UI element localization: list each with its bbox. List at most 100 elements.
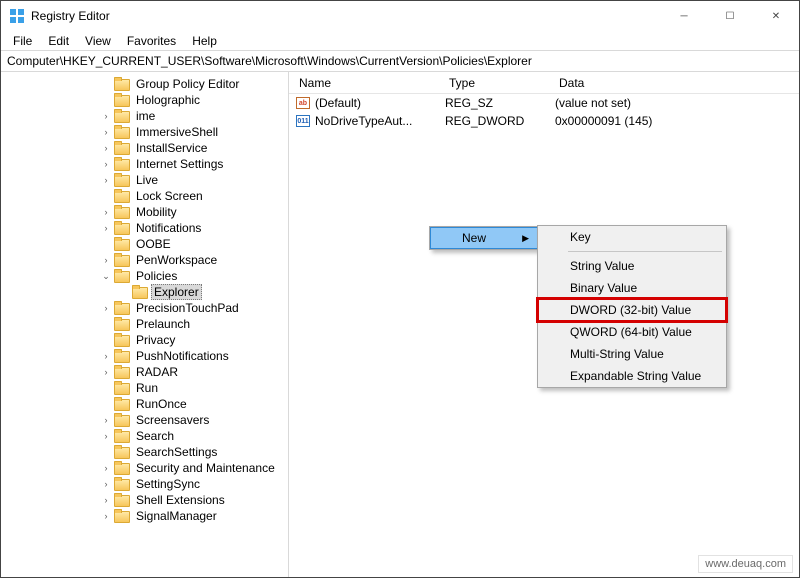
menu-help[interactable]: Help	[184, 32, 225, 50]
tree-item[interactable]: ›Mobility	[1, 204, 288, 220]
tree-item[interactable]: SearchSettings	[1, 444, 288, 460]
caret-closed-icon[interactable]: ›	[99, 173, 113, 187]
column-data[interactable]: Data	[555, 76, 799, 90]
menu-file[interactable]: File	[5, 32, 40, 50]
caret-none	[99, 189, 113, 203]
caret-closed-icon[interactable]: ›	[99, 429, 113, 443]
column-name[interactable]: Name	[295, 76, 445, 90]
list-row[interactable]: 011NoDriveTypeAut...REG_DWORD0x00000091 …	[289, 112, 799, 130]
vertical-splitter[interactable]	[284, 72, 288, 577]
submenu-item[interactable]: QWORD (64-bit) Value	[538, 321, 726, 343]
address-bar[interactable]: Computer\HKEY_CURRENT_USER\Software\Micr…	[1, 50, 799, 72]
tree-item[interactable]: ›RADAR	[1, 364, 288, 380]
caret-closed-icon[interactable]: ›	[99, 493, 113, 507]
tree-item[interactable]: › SettingSync	[1, 476, 288, 492]
caret-closed-icon[interactable]: ›	[99, 301, 113, 315]
value-list-pane[interactable]: Name Type Data ab(Default)REG_SZ(value n…	[289, 72, 799, 577]
list-row[interactable]: ab(Default)REG_SZ(value not set)	[289, 94, 799, 112]
tree-item[interactable]: ›ImmersiveShell	[1, 124, 288, 140]
caret-closed-icon[interactable]: ›	[99, 349, 113, 363]
tree-item[interactable]: ›PenWorkspace	[1, 252, 288, 268]
tree-item-label: Screensavers	[133, 413, 212, 427]
menu-view[interactable]: View	[77, 32, 119, 50]
tree-item[interactable]: ›Internet Settings	[1, 156, 288, 172]
tree-item-label: SignalManager	[133, 509, 220, 523]
tree-item[interactable]: RunOnce	[1, 396, 288, 412]
caret-closed-icon[interactable]: ›	[99, 365, 113, 379]
column-type[interactable]: Type	[445, 76, 555, 90]
folder-icon	[114, 509, 130, 523]
tree-item[interactable]: Run	[1, 380, 288, 396]
caret-none	[117, 285, 131, 299]
reg-sz-icon: ab	[295, 96, 311, 110]
submenu-item[interactable]: DWORD (32-bit) Value	[538, 299, 726, 321]
menu-favorites[interactable]: Favorites	[119, 32, 184, 50]
caret-closed-icon[interactable]: ›	[99, 461, 113, 475]
caret-none	[99, 317, 113, 331]
tree-item[interactable]: ›Search	[1, 428, 288, 444]
submenu-item[interactable]: Expandable String Value	[538, 365, 726, 387]
tree-item[interactable]: Prelaunch	[1, 316, 288, 332]
tree-item[interactable]: › SignalManager	[1, 508, 288, 524]
tree-item[interactable]: ›Shell Extensions	[1, 492, 288, 508]
caret-closed-icon[interactable]: ›	[99, 109, 113, 123]
submenu-item[interactable]: Multi-String Value	[538, 343, 726, 365]
menu-edit[interactable]: Edit	[40, 32, 77, 50]
caret-none	[99, 397, 113, 411]
tree-item[interactable]: Holographic	[1, 92, 288, 108]
tree-item[interactable]: Explorer	[1, 284, 288, 300]
caret-closed-icon[interactable]: ›	[99, 141, 113, 155]
tree-item-label: SettingSync	[133, 477, 203, 491]
tree-item[interactable]: ›Security and Maintenance	[1, 460, 288, 476]
submenu-item[interactable]: Binary Value	[538, 277, 726, 299]
minimize-button[interactable]: ─	[661, 1, 707, 31]
maximize-button[interactable]: ☐	[707, 1, 753, 31]
caret-closed-icon[interactable]: ›	[99, 477, 113, 491]
tree-item[interactable]: › Screensavers	[1, 412, 288, 428]
folder-icon	[114, 333, 130, 347]
caret-closed-icon[interactable]: ›	[99, 125, 113, 139]
tree-item[interactable]: ›PushNotifications	[1, 348, 288, 364]
close-button[interactable]: ✕	[753, 1, 799, 31]
tree-item[interactable]: ›Notifications	[1, 220, 288, 236]
caret-closed-icon[interactable]: ›	[99, 413, 113, 427]
chevron-right-icon: ▶	[522, 233, 529, 244]
caret-closed-icon[interactable]: ›	[99, 221, 113, 235]
folder-icon	[114, 205, 130, 219]
caret-open-icon[interactable]: ⌄	[99, 269, 113, 283]
tree-item-label: Explorer	[151, 284, 202, 300]
tree-item[interactable]: Lock Screen	[1, 188, 288, 204]
caret-none	[99, 445, 113, 459]
folder-icon	[114, 93, 130, 107]
caret-closed-icon[interactable]: ›	[99, 157, 113, 171]
context-menu-new[interactable]: New ▶ KeyString ValueBinary ValueDWORD (…	[430, 227, 538, 249]
tree-item-label: RunOnce	[133, 397, 190, 411]
tree-item[interactable]: ›PrecisionTouchPad	[1, 300, 288, 316]
tree-item[interactable]: Group Policy Editor	[1, 76, 288, 92]
folder-icon	[114, 237, 130, 251]
list-header[interactable]: Name Type Data	[289, 72, 799, 94]
caret-none	[99, 333, 113, 347]
submenu-new: Key String ValueBinary ValueDWORD (32-bit…	[537, 225, 727, 388]
tree-item[interactable]: Privacy	[1, 332, 288, 348]
tree-item-label: Run	[133, 381, 161, 395]
tree-item[interactable]: › InstallService	[1, 140, 288, 156]
submenu-item[interactable]: String Value	[538, 255, 726, 277]
caret-closed-icon[interactable]: ›	[99, 509, 113, 523]
tree-item[interactable]: ⌄Policies	[1, 268, 288, 284]
tree-item[interactable]: OOBE	[1, 236, 288, 252]
submenu-item[interactable]: Key	[538, 226, 726, 248]
caret-closed-icon[interactable]: ›	[99, 253, 113, 267]
tree-item[interactable]: ›Live	[1, 172, 288, 188]
registry-editor-window: Registry Editor ─ ☐ ✕ File Edit View Fav…	[0, 0, 800, 578]
caret-none	[99, 93, 113, 107]
folder-icon	[114, 253, 130, 267]
folder-icon	[114, 301, 130, 315]
caret-closed-icon[interactable]: ›	[99, 205, 113, 219]
address-text: Computer\HKEY_CURRENT_USER\Software\Micr…	[7, 54, 532, 68]
tree-item-label: InstallService	[133, 141, 210, 155]
folder-icon	[114, 269, 130, 283]
tree-pane[interactable]: Group Policy EditorHolographic›ime›Immer…	[1, 72, 289, 577]
folder-icon	[114, 461, 130, 475]
tree-item[interactable]: ›ime	[1, 108, 288, 124]
